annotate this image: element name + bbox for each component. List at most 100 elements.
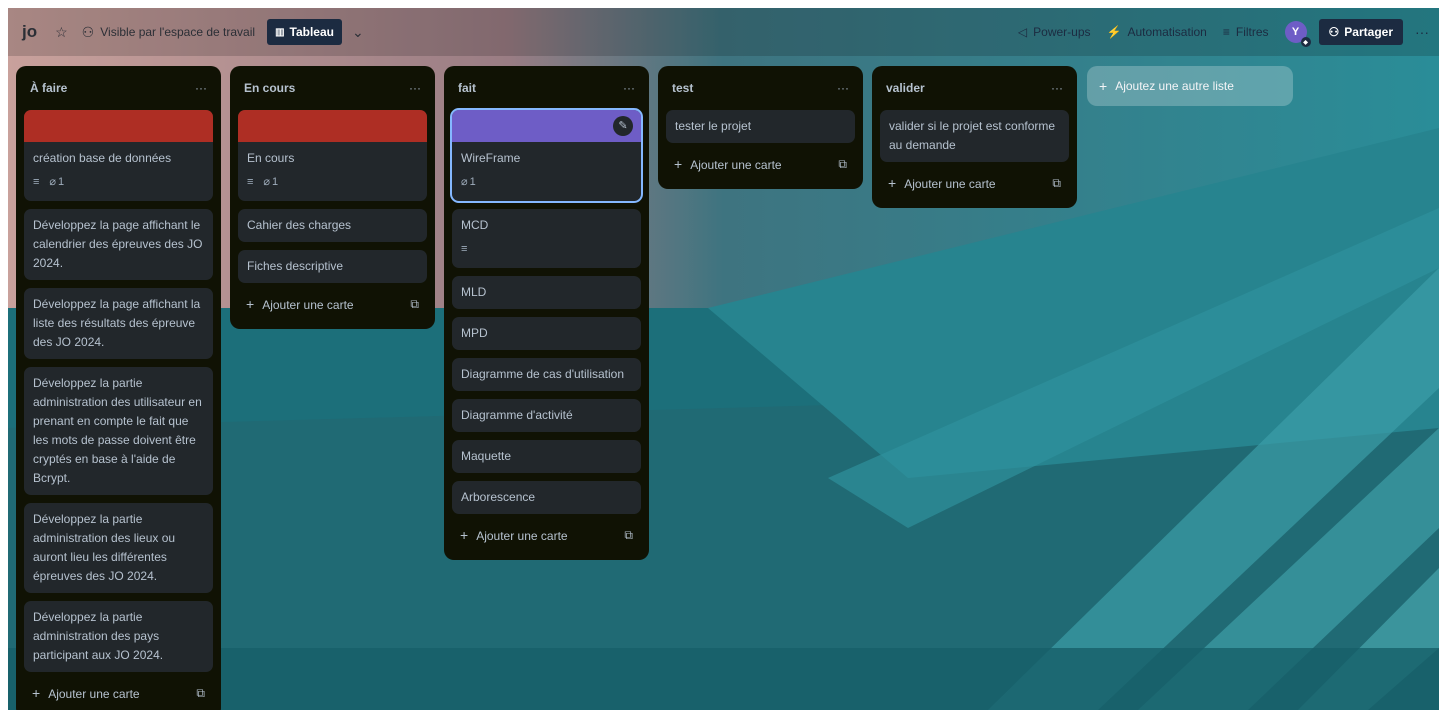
description-icon: ≡ xyxy=(247,176,254,188)
list-fait: fait ··· ✎ WireFrame ⌀ 1 MCD ≡ MLD MPD D… xyxy=(444,66,649,560)
list-header[interactable]: valider ··· xyxy=(880,74,1069,102)
card[interactable]: Développez la partie administration des … xyxy=(24,503,213,593)
template-icon[interactable]: ⧉ xyxy=(196,686,205,701)
card-title: En cours xyxy=(247,151,295,165)
filters-label: Filtres xyxy=(1235,25,1269,39)
attachment-count: 1 xyxy=(272,176,279,188)
card[interactable]: Arborescence xyxy=(452,481,641,514)
pencil-icon[interactable]: ✎ xyxy=(613,116,633,136)
card[interactable]: En cours ≡ ⌀ 1 xyxy=(238,110,427,201)
plus-icon: + xyxy=(32,685,41,701)
list-header[interactable]: fait ··· xyxy=(452,74,641,102)
template-icon[interactable]: ⧉ xyxy=(838,157,847,172)
card-title: Maquette xyxy=(461,449,512,463)
list-a-faire: À faire ··· création base de données ≡ ⌀… xyxy=(16,66,221,710)
board-title[interactable]: jo xyxy=(22,22,37,42)
attachment-icon: ⌀ xyxy=(49,176,57,188)
list-menu-icon[interactable]: ··· xyxy=(1051,81,1063,95)
list-title[interactable]: fait xyxy=(458,81,476,95)
visibility-label: Visible par l'espace de travail xyxy=(100,25,256,39)
people-icon: ⚇ xyxy=(81,23,95,40)
card-badges: ≡ ⌀ 1 xyxy=(238,173,427,201)
list-menu-icon[interactable]: ··· xyxy=(837,81,849,95)
card[interactable]: MLD xyxy=(452,276,641,309)
add-list-label: Ajoutez une autre liste xyxy=(1115,79,1234,93)
add-card-button[interactable]: + Ajouter une carte ⧉ xyxy=(24,678,213,708)
description-icon: ≡ xyxy=(33,176,40,188)
template-icon[interactable]: ⧉ xyxy=(410,297,419,312)
card-badges: ≡ xyxy=(452,240,641,268)
card-title: MCD xyxy=(461,218,489,232)
automation-label: Automatisation xyxy=(1127,25,1207,39)
star-icon[interactable]: ☆ xyxy=(55,24,68,41)
avatar[interactable]: Y ◆ xyxy=(1284,21,1311,47)
card[interactable]: Développez la partie administration des … xyxy=(24,367,213,495)
card[interactable]: Développez la page affichant le calendri… xyxy=(24,209,213,280)
card-title: Diagramme d'activité xyxy=(461,408,573,422)
card[interactable]: Diagramme d'activité xyxy=(452,399,641,432)
card[interactable]: MPD xyxy=(452,317,641,350)
card[interactable]: création base de données ≡ ⌀ 1 xyxy=(24,110,213,201)
card[interactable]: ✎ WireFrame ⌀ 1 xyxy=(450,108,643,203)
add-card-button[interactable]: + Ajouter une carte ⧉ xyxy=(452,520,641,550)
filter-icon: ≡ xyxy=(1222,25,1230,39)
list-title[interactable]: À faire xyxy=(30,81,67,95)
card-title: Cahier des charges xyxy=(247,218,352,232)
plus-icon: + xyxy=(246,296,255,312)
list-header[interactable]: En cours ··· xyxy=(238,74,427,102)
card-title: tester le projet xyxy=(675,119,752,133)
card[interactable]: MCD ≡ xyxy=(452,209,641,268)
list-menu-icon[interactable]: ··· xyxy=(409,81,421,95)
card-title: MLD xyxy=(461,285,487,299)
list-valider: valider ··· valider si le projet est con… xyxy=(872,66,1077,208)
template-icon[interactable]: ⧉ xyxy=(1052,176,1061,191)
list-title[interactable]: test xyxy=(672,81,693,95)
visibility-button[interactable]: ⚇ Visible par l'espace de travail xyxy=(82,24,255,41)
list-menu-icon[interactable]: ··· xyxy=(195,81,207,95)
lightning-icon: ⚡ xyxy=(1106,25,1122,39)
chevron-down-icon[interactable]: ⌄ xyxy=(352,24,364,41)
template-icon[interactable]: ⧉ xyxy=(624,528,633,543)
board-header: jo ☆ ⚇ Visible par l'espace de travail ▥… xyxy=(8,8,1439,56)
list-header[interactable]: À faire ··· xyxy=(24,74,213,102)
view-switcher-button[interactable]: ▥ Tableau xyxy=(267,19,342,45)
add-card-button[interactable]: + Ajouter une carte ⧉ xyxy=(666,149,855,179)
board-view-icon: ▥ xyxy=(275,26,285,38)
add-card-button[interactable]: + Ajouter une carte ⧉ xyxy=(880,168,1069,198)
card[interactable]: Cahier des charges xyxy=(238,209,427,242)
list-test: test ··· tester le projet + Ajouter une c… xyxy=(658,66,863,189)
card-cover xyxy=(24,110,213,142)
admin-badge-icon: ◆ xyxy=(1300,37,1311,47)
card-title: Fiches descriptive xyxy=(247,259,344,273)
automation-button[interactable]: ⚡ Automatisation xyxy=(1107,25,1207,39)
card[interactable]: valider si le projet est conforme au dem… xyxy=(880,110,1069,162)
add-list-button[interactable]: + Ajoutez une autre liste xyxy=(1087,66,1293,106)
powerups-button[interactable]: ◁ Power-ups xyxy=(1018,25,1091,39)
share-icon: ⚇ xyxy=(1328,25,1340,39)
list-menu-icon[interactable]: ··· xyxy=(623,81,635,95)
list-header[interactable]: test ··· xyxy=(666,74,855,102)
view-label: Tableau xyxy=(289,25,334,39)
attachment-icon: ⌀ xyxy=(263,176,271,188)
card-title: Développez la partie administration des … xyxy=(33,610,164,662)
list-title[interactable]: En cours xyxy=(244,81,295,95)
card-badges: ≡ ⌀ 1 xyxy=(24,173,213,201)
attachment-count: 1 xyxy=(469,176,476,188)
card[interactable]: Fiches descriptive xyxy=(238,250,427,283)
card[interactable]: Diagramme de cas d'utilisation xyxy=(452,358,641,391)
share-button[interactable]: ⚇ Partager xyxy=(1318,19,1403,45)
add-card-label: Ajouter une carte xyxy=(690,158,782,172)
list-title[interactable]: valider xyxy=(886,81,925,95)
card-title: Arborescence xyxy=(461,490,536,504)
add-card-button[interactable]: + Ajouter une carte ⧉ xyxy=(238,289,427,319)
card[interactable]: Développez la page affichant la liste de… xyxy=(24,288,213,359)
add-card-label: Ajouter une carte xyxy=(476,529,568,543)
card-title: MPD xyxy=(461,326,488,340)
rocket-icon: ◁ xyxy=(1017,25,1028,39)
plus-icon: + xyxy=(674,156,683,172)
board-menu-icon[interactable]: ··· xyxy=(1415,24,1429,40)
card[interactable]: tester le projet xyxy=(666,110,855,143)
filters-button[interactable]: ≡ Filtres xyxy=(1223,25,1269,39)
card[interactable]: Maquette xyxy=(452,440,641,473)
card[interactable]: Développez la partie administration des … xyxy=(24,601,213,672)
